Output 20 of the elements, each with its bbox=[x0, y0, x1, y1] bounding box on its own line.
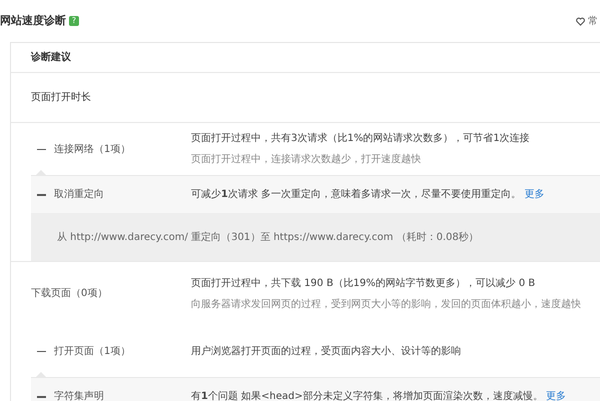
heart-icon[interactable] bbox=[576, 16, 585, 26]
favorite-link[interactable]: 常 bbox=[588, 14, 598, 28]
category-label[interactable]: 字符集声明 bbox=[54, 389, 104, 401]
summary-text: 页面打开过程中，共有3次请求（比1%的网站请求次数多），可节省1次连接 bbox=[191, 132, 530, 146]
more-link[interactable]: 更多 bbox=[546, 391, 566, 401]
category-label[interactable]: 打开页面（1项） bbox=[54, 344, 130, 358]
page-title: 网站速度诊断 bbox=[0, 14, 66, 27]
more-link[interactable]: 更多 bbox=[524, 189, 544, 200]
summary-text: 用户浏览器打开页面的过程，受页面内容大小、设计等的影响 bbox=[191, 344, 461, 358]
summary-text: 可减少1次请求 多一次重定向，意味着多请求一次，尽量不要使用重定向。 更多 bbox=[191, 188, 544, 202]
summary-text: 页面打开过程中，共下载 190 B（比19%的网站字节数更多），可以减少 0 B bbox=[191, 276, 536, 290]
summary-text: 有1个问题 如果<head>部分未定义字符集，将增加页面渲染次数，速度减慢。 更多 bbox=[191, 390, 566, 401]
description-text: 向服务器请求发回网页的过程，受到网页大小等的影响，发回的页面体积越小，速度越快 bbox=[191, 298, 581, 312]
section-title: 页面打开时长 bbox=[11, 73, 600, 123]
category-label: 下载页面（0项） bbox=[31, 286, 108, 301]
description-text: 页面打开过程中，连接请求次数越少，打开速度越快 bbox=[191, 152, 422, 167]
category-label[interactable]: 取消重定向 bbox=[54, 187, 104, 202]
category-label[interactable]: 连接网络（1项） bbox=[54, 142, 130, 156]
panel-heading: 诊断建议 bbox=[11, 43, 600, 73]
redirect-detail: 从 http://www.darecy.com/ 重定向（301）至 https://www.darecy.com （耗时：0.08秒） bbox=[31, 213, 600, 261]
